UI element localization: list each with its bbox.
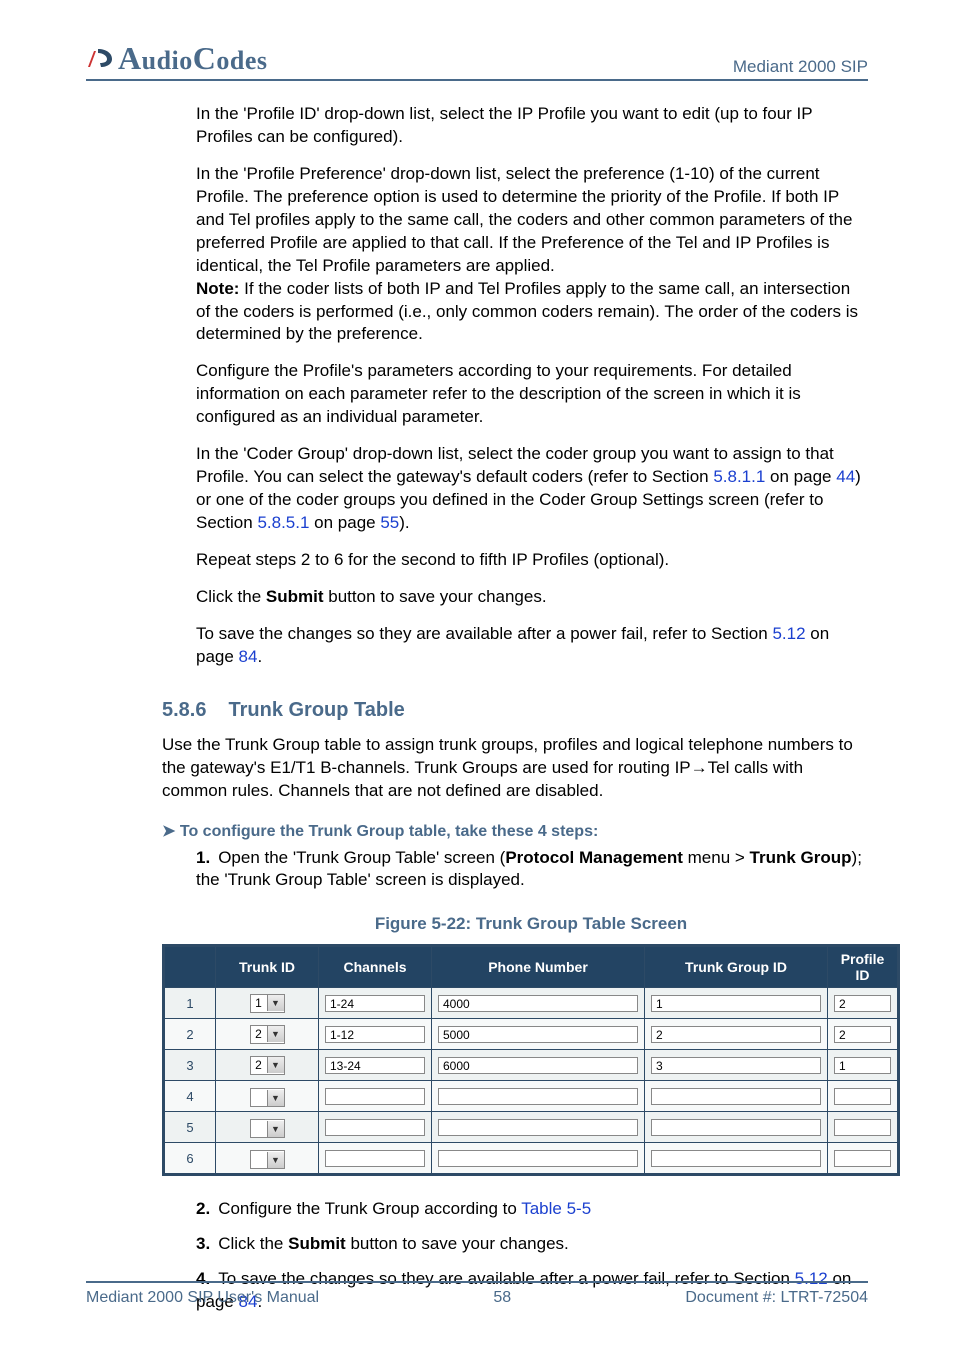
para-configure-profile: Configure the Profile's parameters accor…	[196, 360, 866, 429]
para-coder-group: In the 'Coder Group' drop-down list, sel…	[196, 443, 866, 535]
step-2: 2.Configure the Trunk Group according to…	[196, 1198, 866, 1221]
channels-input[interactable]	[325, 1150, 425, 1167]
trunk-id-dropdown[interactable]: ▼	[250, 1119, 285, 1138]
chevron-down-icon: ▼	[267, 1026, 284, 1042]
profile-id-input[interactable]: 1	[834, 1057, 891, 1074]
channels-input[interactable]: 1-12	[325, 1026, 425, 1043]
logo-icon	[86, 47, 114, 69]
phone-input[interactable]	[438, 1119, 638, 1136]
footer-docnum: Document #: LTRT-72504	[685, 1289, 868, 1307]
channels-input[interactable]: 1-24	[325, 995, 425, 1012]
row-number: 6	[165, 1143, 216, 1174]
link-page-55[interactable]: 55	[380, 513, 399, 532]
phone-input[interactable]	[438, 1088, 638, 1105]
figure-caption: Figure 5-22: Trunk Group Table Screen	[196, 914, 866, 934]
section-heading: 5.8.6 Trunk Group Table	[162, 699, 866, 722]
logo: AudioCodes	[86, 40, 268, 77]
profile-id-input[interactable]: 2	[834, 995, 891, 1012]
table-row: 11▼1-24400012	[165, 988, 898, 1019]
phone-input[interactable]	[438, 1150, 638, 1167]
link-table-5-5[interactable]: Table 5-5	[521, 1199, 591, 1218]
th-phone: Phone Number	[432, 947, 645, 988]
th-trunk-group-id: Trunk Group ID	[645, 947, 828, 988]
para-profile-pref: In the 'Profile Preference' drop-down li…	[196, 163, 866, 347]
link-page-84-a[interactable]: 84	[239, 647, 258, 666]
row-number: 4	[165, 1081, 216, 1112]
page-footer: Mediant 2000 SIP User's Manual 58 Docume…	[86, 1281, 868, 1307]
table-row: 22▼1-12500022	[165, 1019, 898, 1050]
trunk-group-id-input[interactable]	[651, 1150, 821, 1167]
chevron-down-icon: ▼	[267, 1152, 284, 1168]
channels-input[interactable]: 13-24	[325, 1057, 425, 1074]
section-number: 5.8.6	[162, 699, 206, 722]
para-save-powerfail-1: To save the changes so they are availabl…	[196, 623, 866, 669]
profile-id-input[interactable]	[834, 1088, 891, 1105]
table-row: 32▼13-24600031	[165, 1050, 898, 1081]
row-number: 2	[165, 1019, 216, 1050]
section-description: Use the Trunk Group table to assign trun…	[162, 734, 866, 803]
channels-input[interactable]	[325, 1119, 425, 1136]
link-5-12-a[interactable]: 5.12	[772, 624, 805, 643]
para-repeat-steps: Repeat steps 2 to 6 for the second to fi…	[196, 549, 866, 572]
phone-input[interactable]: 6000	[438, 1057, 638, 1074]
row-number: 3	[165, 1050, 216, 1081]
task-marker: ➤ To configure the Trunk Group table, ta…	[162, 821, 866, 841]
trunk-group-id-input[interactable]: 1	[651, 995, 821, 1012]
trunk-id-dropdown[interactable]: ▼	[250, 1088, 285, 1107]
trunk-group-id-input[interactable]	[651, 1119, 821, 1136]
chevron-down-icon: ▼	[267, 1090, 284, 1106]
step-1: 1.Open the 'Trunk Group Table' screen (P…	[196, 847, 866, 893]
trunk-id-dropdown[interactable]: 2▼	[250, 1056, 285, 1075]
row-number: 1	[165, 988, 216, 1019]
row-number: 5	[165, 1112, 216, 1143]
header-product: Mediant 2000 SIP	[733, 57, 868, 77]
profile-id-input[interactable]: 2	[834, 1026, 891, 1043]
table-row: 4▼	[165, 1081, 898, 1112]
th-trunk-id: Trunk ID	[216, 947, 319, 988]
table-row: 5▼	[165, 1112, 898, 1143]
trunk-id-dropdown[interactable]: 1▼	[250, 994, 285, 1013]
link-5-8-1-1[interactable]: 5.8.1.1	[713, 467, 765, 486]
para-profile-id: In the 'Profile ID' drop-down list, sele…	[196, 103, 866, 149]
profile-id-input[interactable]	[834, 1119, 891, 1136]
profile-id-input[interactable]	[834, 1150, 891, 1167]
footer-left: Mediant 2000 SIP User's Manual	[86, 1289, 319, 1307]
phone-input[interactable]: 5000	[438, 1026, 638, 1043]
trunk-group-id-input[interactable]	[651, 1088, 821, 1105]
trunk-group-table: Trunk ID Channels Phone Number Trunk Gro…	[162, 944, 900, 1176]
para-click-submit: Click the Submit button to save your cha…	[196, 586, 866, 609]
chevron-down-icon: ▼	[267, 995, 284, 1011]
trunk-id-dropdown[interactable]: ▼	[250, 1150, 285, 1169]
trunk-id-dropdown[interactable]: 2▼	[250, 1025, 285, 1044]
th-blank	[165, 947, 216, 988]
section-title: Trunk Group Table	[228, 699, 404, 722]
table-row: 6▼	[165, 1143, 898, 1174]
phone-input[interactable]: 4000	[438, 995, 638, 1012]
link-page-44[interactable]: 44	[836, 467, 855, 486]
page-header: AudioCodes Mediant 2000 SIP	[86, 40, 868, 81]
footer-page: 58	[493, 1289, 511, 1307]
th-profile-id: Profile ID	[828, 947, 898, 988]
chevron-down-icon: ▼	[267, 1057, 284, 1073]
chevron-down-icon: ▼	[267, 1121, 284, 1137]
step-3: 3.Click the Submit button to save your c…	[196, 1233, 866, 1256]
channels-input[interactable]	[325, 1088, 425, 1105]
logo-text: AudioCodes	[118, 40, 268, 77]
trunk-group-id-input[interactable]: 2	[651, 1026, 821, 1043]
trunk-group-id-input[interactable]: 3	[651, 1057, 821, 1074]
th-channels: Channels	[319, 947, 432, 988]
link-5-8-5-1[interactable]: 5.8.5.1	[257, 513, 309, 532]
